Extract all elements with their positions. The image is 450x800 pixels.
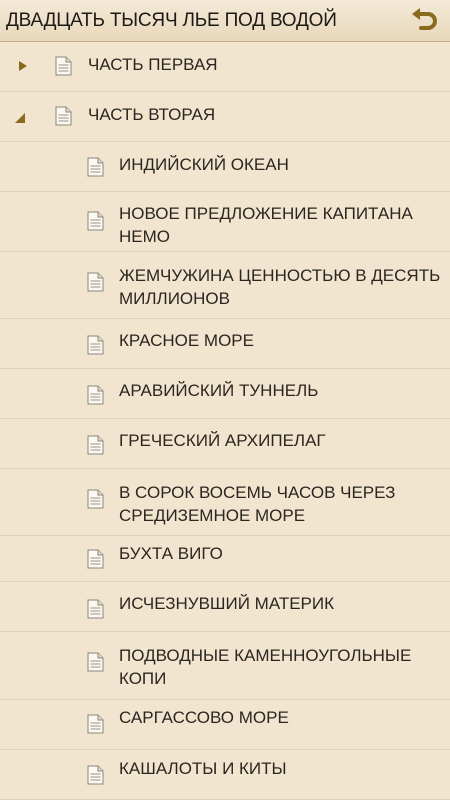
document-icon bbox=[87, 335, 104, 355]
book-title: ДВАДЦАТЬ ТЫСЯЧ ЛЬЕ ПОД ВОДОЙ bbox=[6, 10, 337, 31]
document-icon bbox=[87, 714, 104, 734]
toc-item-part-2[interactable]: ЧАСТЬ ВТОРАЯ bbox=[0, 92, 450, 142]
collapse-arrow-icon[interactable] bbox=[15, 113, 25, 123]
back-arrow-icon bbox=[412, 8, 437, 30]
toc-chapter-item[interactable]: КАШАЛОТЫ И КИТЫ bbox=[0, 750, 450, 800]
document-icon bbox=[87, 385, 104, 405]
toc-item-label: ЖЕМЧУЖИНА ЦЕННОСТЬЮ В ДЕСЯТЬ МИЛЛИОНОВ bbox=[119, 266, 441, 308]
expand-arrow-icon[interactable] bbox=[18, 61, 28, 71]
document-icon bbox=[87, 549, 104, 569]
document-icon bbox=[55, 56, 72, 76]
toc-chapter-item[interactable]: ИСЧЕЗНУВШИЙ МАТЕРИК bbox=[0, 582, 450, 632]
toc-chapter-item[interactable]: В СОРОК ВОСЕМЬ ЧАСОВ ЧЕРЕЗ СРЕДИЗЕМНОЕ М… bbox=[0, 469, 450, 536]
toc-item-label: НОВОЕ ПРЕДЛОЖЕНИЕ КАПИТАНА НЕМО bbox=[119, 204, 413, 246]
document-icon bbox=[87, 157, 104, 177]
toc-chapter-item[interactable]: ИНДИЙСКИЙ ОКЕАН bbox=[0, 142, 450, 192]
toc-chapter-item[interactable]: БУХТА ВИГО bbox=[0, 536, 450, 582]
toc-item-part-1[interactable]: ЧАСТЬ ПЕРВАЯ bbox=[0, 42, 450, 92]
toc-item-label: В СОРОК ВОСЕМЬ ЧАСОВ ЧЕРЕЗ СРЕДИЗЕМНОЕ М… bbox=[119, 483, 396, 525]
document-icon bbox=[87, 599, 104, 619]
document-icon bbox=[87, 211, 104, 231]
document-icon bbox=[87, 435, 104, 455]
toc-item-label: ЧАСТЬ ПЕРВАЯ bbox=[88, 55, 218, 74]
toc-item-label: АРАВИЙСКИЙ ТУННЕЛЬ bbox=[119, 381, 319, 400]
toc-item-label: БУХТА ВИГО bbox=[119, 544, 223, 563]
table-of-contents: ЧАСТЬ ПЕРВАЯ ЧАСТЬ ВТОРАЯ ИНДИЙСКИЙ ОКЕА… bbox=[0, 42, 450, 800]
toc-chapter-item[interactable]: НОВОЕ ПРЕДЛОЖЕНИЕ КАПИТАНА НЕМО bbox=[0, 192, 450, 252]
document-icon bbox=[87, 489, 104, 509]
toc-item-label: ЧАСТЬ ВТОРАЯ bbox=[88, 105, 216, 124]
toc-item-label: КРАСНОЕ МОРЕ bbox=[119, 331, 254, 350]
app-header: ДВАДЦАТЬ ТЫСЯЧ ЛЬЕ ПОД ВОДОЙ bbox=[0, 0, 450, 42]
document-icon bbox=[87, 765, 104, 785]
toc-chapter-item[interactable]: ГРЕЧЕСКИЙ АРХИПЕЛАГ bbox=[0, 419, 450, 469]
toc-item-label: ИСЧЕЗНУВШИЙ МАТЕРИК bbox=[119, 594, 335, 613]
toc-chapter-item[interactable]: КРАСНОЕ МОРЕ bbox=[0, 319, 450, 369]
toc-chapter-item[interactable]: САРГАССОВО МОРЕ bbox=[0, 700, 450, 750]
toc-item-label: ГРЕЧЕСКИЙ АРХИПЕЛАГ bbox=[119, 431, 326, 450]
toc-chapter-item[interactable]: ЖЕМЧУЖИНА ЦЕННОСТЬЮ В ДЕСЯТЬ МИЛЛИОНОВ bbox=[0, 252, 450, 319]
toc-chapter-item[interactable]: ПОДВОДНЫЕ КАМЕННОУГОЛЬНЫЕ КОПИ bbox=[0, 632, 450, 700]
document-icon bbox=[87, 272, 104, 292]
toc-item-label: ПОДВОДНЫЕ КАМЕННОУГОЛЬНЫЕ КОПИ bbox=[119, 646, 412, 688]
toc-item-label: ИНДИЙСКИЙ ОКЕАН bbox=[119, 155, 289, 174]
toc-item-label: КАШАЛОТЫ И КИТЫ bbox=[119, 759, 287, 778]
toc-item-label: САРГАССОВО МОРЕ bbox=[119, 708, 289, 727]
toc-chapter-item[interactable]: АРАВИЙСКИЙ ТУННЕЛЬ bbox=[0, 369, 450, 419]
document-icon bbox=[55, 106, 72, 126]
back-button[interactable] bbox=[408, 5, 442, 37]
document-icon bbox=[87, 652, 104, 672]
